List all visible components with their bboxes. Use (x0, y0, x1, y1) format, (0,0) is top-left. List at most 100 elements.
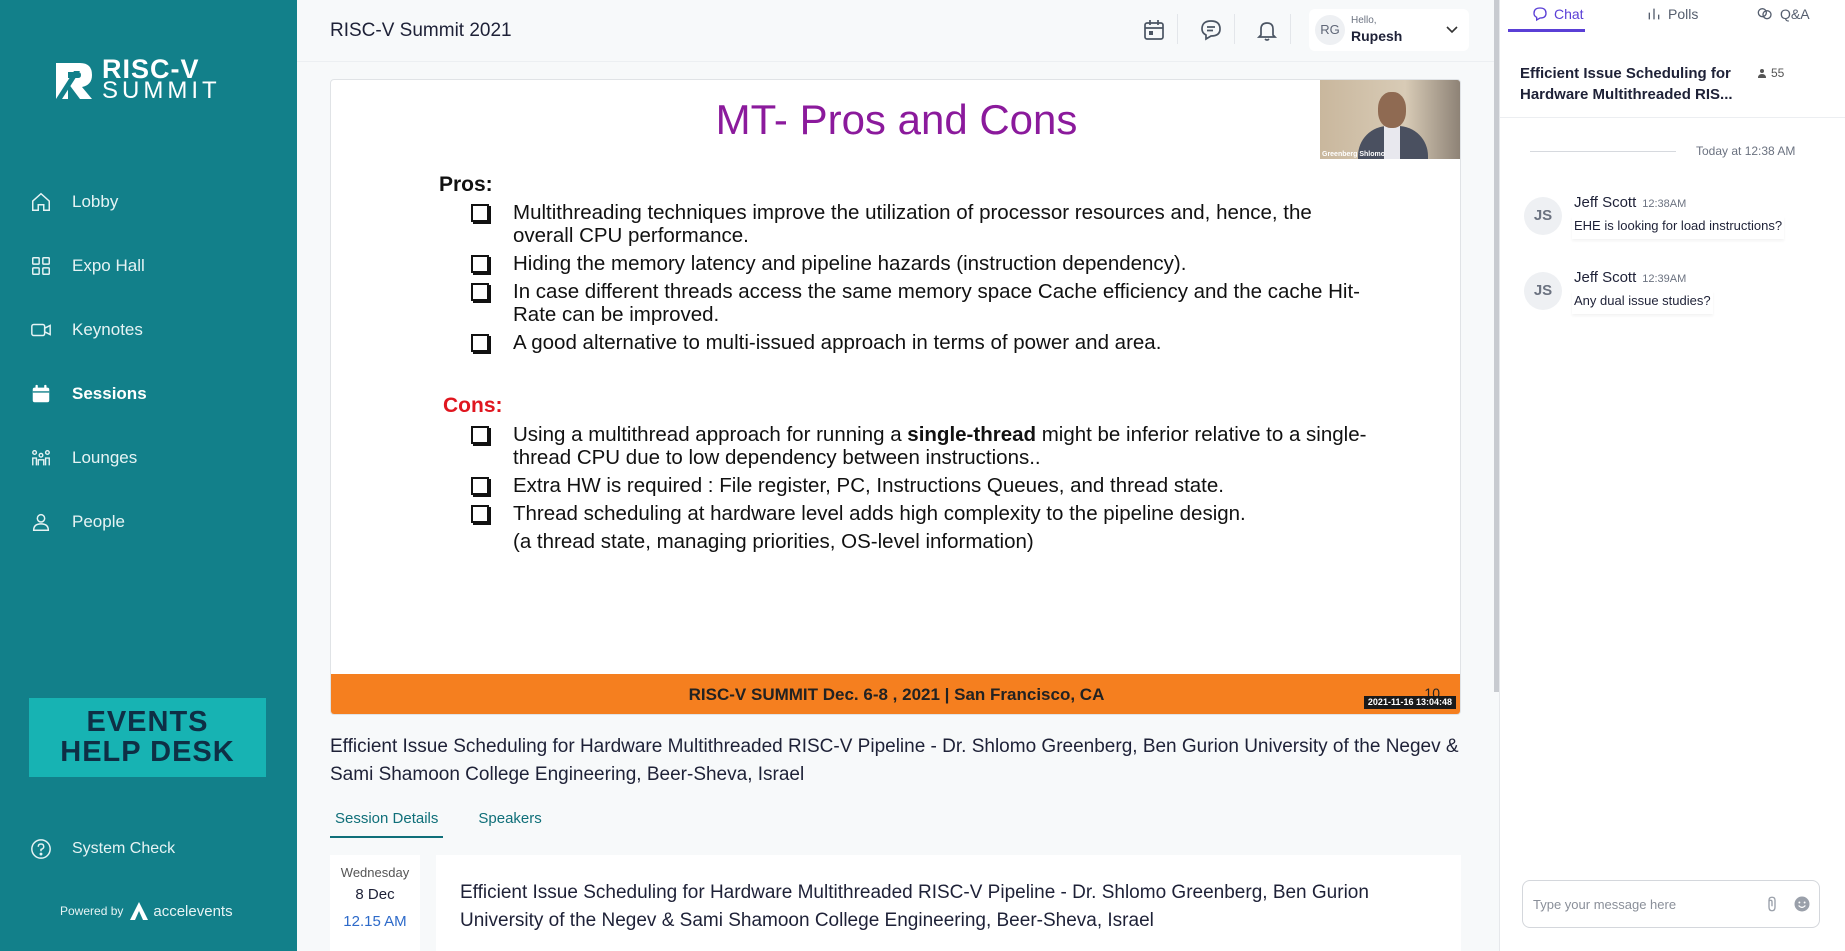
user-menu[interactable]: RG Hello, Rupesh (1309, 9, 1469, 51)
person-icon (1758, 69, 1766, 78)
sidebar-item-keynotes[interactable]: Keynotes (0, 298, 297, 362)
message-text: Any dual issue studies? (1572, 291, 1713, 314)
bar-chart-icon (1648, 8, 1660, 20)
powered-by: Powered by accelevents (60, 901, 233, 921)
session-detail-title: Efficient Issue Scheduling for Hardware … (460, 882, 1369, 931)
cons-heading: Cons: (443, 394, 503, 417)
lounge-icon (32, 449, 50, 466)
header-divider (1234, 14, 1235, 44)
day-separator-label: Today at 12:38 AM (1696, 144, 1796, 158)
cons-item: Extra HW is required : File register, PC… (471, 474, 1371, 497)
session-day-month: 8 Dec (355, 886, 395, 903)
cons-note: (a thread state, managing priorities, OS… (513, 530, 1034, 553)
helpdesk-line2: HELP DESK (60, 736, 235, 768)
system-check-link[interactable]: System Check (30, 838, 175, 860)
session-weekday: Wednesday (340, 865, 410, 880)
sidebar: RISC-V SUMMIT Lobby Expo Hall Keynotes S… (0, 0, 297, 951)
message-time: 12:39AM (1642, 273, 1687, 285)
session-time: 12.15 AM (343, 913, 407, 930)
home-icon (32, 192, 50, 211)
pros-item: In case different threads access the sam… (471, 280, 1371, 326)
user-greeting: Hello, (1351, 15, 1377, 26)
video-timestamp: 2021-11-16 13:04:48 (1363, 696, 1456, 709)
pros-list: Multithreading techniques improve the ut… (471, 201, 1371, 359)
emoji-icon[interactable] (1793, 895, 1811, 913)
grid-icon (32, 257, 50, 275)
user-name: Rupesh (1351, 28, 1403, 44)
tab-session-details[interactable]: Session Details (330, 806, 444, 838)
sidebar-item-sessions[interactable]: Sessions (0, 362, 297, 426)
chat-panel-tabs: Chat Polls Q&A (1500, 0, 1845, 34)
header-divider (1177, 14, 1178, 44)
qa-bubbles-icon (1757, 7, 1772, 20)
logo-line2: SUMMIT (102, 77, 221, 104)
accelevents-logo-icon (130, 902, 149, 920)
tab-speakers[interactable]: Speakers (473, 806, 546, 838)
sidebar-item-people[interactable]: People (0, 490, 297, 554)
separator-line (1530, 150, 1676, 152)
top-header: RISC-V Summit 2021 RG Hello, Rupesh (297, 0, 1497, 62)
sidebar-item-lounges[interactable]: Lounges (0, 426, 297, 490)
video-icon (31, 323, 51, 337)
avatar: JS (1524, 197, 1562, 235)
cons-list: Using a multithread approach for running… (471, 423, 1371, 553)
avatar: JS (1524, 272, 1562, 310)
chat-icon (1533, 7, 1547, 22)
sidebar-item-label: Sessions (72, 384, 147, 403)
tab-qa-label: Q&A (1780, 6, 1810, 22)
cons-bold-text: single-thread (907, 423, 1037, 446)
chat-bubble-icon[interactable] (1199, 18, 1223, 42)
message-author: Jeff Scott (1574, 269, 1637, 286)
session-video-player[interactable]: MT- Pros and Cons Pros: Multithreading t… (330, 79, 1461, 715)
sidebar-item-expo-hall[interactable]: Expo Hall (0, 234, 297, 298)
speaker-camera-feed: Greenberg Shlomo (1320, 80, 1460, 159)
attendee-count: 55 (1756, 66, 1784, 80)
attendee-count-value: 55 (1771, 66, 1785, 80)
tab-qa[interactable]: Q&A (1756, 6, 1810, 22)
sidebar-item-label: People (72, 512, 125, 531)
paperclip-icon[interactable] (1763, 895, 1781, 913)
session-date-card: Wednesday 8 Dec 12.15 AM (330, 855, 420, 951)
session-tabs: Session Details Speakers (330, 806, 577, 838)
pros-item: Hiding the memory latency and pipeline h… (471, 252, 1371, 275)
day-separator: Today at 12:38 AM (1530, 144, 1826, 158)
sidebar-item-label: Keynotes (72, 320, 143, 339)
help-circle-icon (31, 839, 51, 859)
message-time: 12:38AM (1642, 198, 1687, 210)
header-divider (1290, 14, 1291, 44)
event-title: RISC-V Summit 2021 (330, 20, 512, 41)
message-composer (1522, 880, 1820, 928)
brand-label: accelevents (153, 902, 233, 920)
events-help-desk-button[interactable]: EVENTS HELP DESK (29, 698, 266, 777)
chat-panel: Chat Polls Q&A Efficient Issue Schedulin… (1499, 0, 1845, 951)
message-text: EHE is looking for load instructions? (1572, 216, 1785, 239)
sidebar-item-label: Lounges (72, 448, 138, 467)
speaker-cam-name: Greenberg Shlomo (1322, 151, 1386, 158)
cons-text: Using a multithread approach for running… (513, 423, 908, 446)
sidebar-item-label: Expo Hall (72, 256, 145, 275)
accelevents-brand[interactable]: accelevents (129, 901, 233, 921)
divider (1500, 117, 1845, 118)
bell-icon[interactable] (1255, 18, 1279, 42)
pros-item: A good alternative to multi-issued appro… (471, 331, 1371, 354)
sidebar-item-lobby[interactable]: Lobby (0, 170, 297, 234)
tab-chat[interactable]: Chat (1532, 6, 1584, 22)
risc-v-summit-logo[interactable]: RISC-V SUMMIT (54, 56, 221, 104)
sidebar-item-label: Lobby (72, 192, 119, 211)
agenda-calendar-icon[interactable] (1142, 18, 1166, 42)
slide-footer: RISC-V SUMMIT Dec. 6-8 , 2021 | San Fran… (331, 674, 1460, 714)
helpdesk-line1: EVENTS (86, 706, 209, 738)
system-check-label: System Check (72, 840, 176, 857)
tab-polls[interactable]: Polls (1646, 6, 1698, 22)
tab-polls-label: Polls (1668, 6, 1699, 22)
pros-item: Multithreading techniques improve the ut… (471, 201, 1371, 247)
message-author: Jeff Scott (1574, 194, 1637, 211)
active-tab-indicator (1508, 29, 1585, 32)
chat-session-title: Efficient Issue Scheduling for Hardware … (1520, 65, 1733, 103)
tab-chat-label: Chat (1554, 6, 1584, 22)
risc-v-logo-mark-icon (54, 59, 94, 101)
chat-message-input[interactable] (1533, 893, 1753, 915)
cons-item: Using a multithread approach for running… (471, 423, 1371, 469)
session-detail-card: Efficient Issue Scheduling for Hardware … (436, 855, 1461, 951)
calendar-icon (32, 384, 50, 403)
